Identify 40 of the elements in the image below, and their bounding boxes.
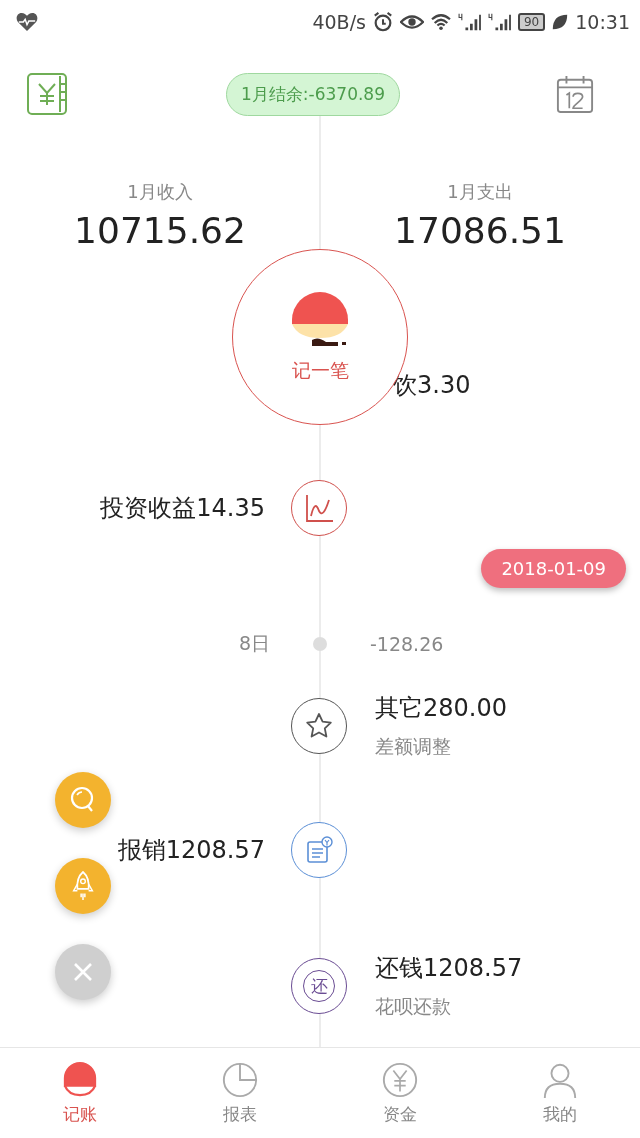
calendar-icon[interactable] — [556, 74, 594, 114]
leaf-icon — [551, 13, 570, 31]
month-balance: 1月结余:-6370.89 — [226, 72, 400, 116]
summary-amount: 17086.51 — [394, 210, 566, 251]
ledger-book-icon[interactable] — [26, 72, 70, 116]
entry-title: 还钱1208.57 — [375, 953, 523, 984]
category-icon[interactable]: 还 — [291, 958, 347, 1014]
close-button[interactable] — [55, 944, 111, 1000]
network-speed: 40B/s — [312, 11, 366, 33]
day-label: 8日 — [238, 631, 270, 656]
nav-tab[interactable]: 资金 — [320, 1048, 480, 1138]
yen-coin-icon — [381, 1060, 419, 1099]
category-icon[interactable] — [291, 480, 347, 536]
nav-tab[interactable]: 我的 — [480, 1048, 640, 1138]
search-button[interactable] — [55, 772, 111, 828]
nav-tab[interactable]: 记账 — [0, 1048, 160, 1138]
entry-title: 投资收益14.35 — [100, 493, 265, 524]
summary-label: 1月收入 — [127, 180, 193, 204]
nav-tab[interactable]: 报表 — [160, 1048, 320, 1138]
category-icon[interactable] — [291, 698, 347, 754]
entry-note: 差额调整 — [375, 734, 451, 759]
entry-note: 花呗还款 — [375, 994, 451, 1019]
signal-icon — [487, 12, 512, 32]
timeline-dot — [313, 637, 327, 651]
summary-label: 1月支出 — [447, 180, 513, 204]
entry-title: 报销1208.57 — [117, 835, 265, 866]
battery-level: 90 — [517, 13, 546, 31]
wifi-icon — [429, 13, 452, 31]
summary-amount: 10715.62 — [74, 210, 246, 251]
rocket-button[interactable] — [55, 858, 111, 914]
clock-time: 10:31 — [575, 11, 630, 33]
pie-chart-icon — [221, 1060, 259, 1099]
heart-rate-icon — [16, 12, 38, 32]
day-total: -128.26 — [370, 633, 444, 655]
entry-title: 其它280.00 — [375, 693, 507, 724]
eye-icon — [399, 12, 424, 32]
cap-icon — [61, 1060, 99, 1099]
date-badge[interactable]: 2018-01-09 — [481, 548, 626, 588]
signal-icon — [457, 12, 482, 32]
alarm-icon — [371, 11, 394, 33]
